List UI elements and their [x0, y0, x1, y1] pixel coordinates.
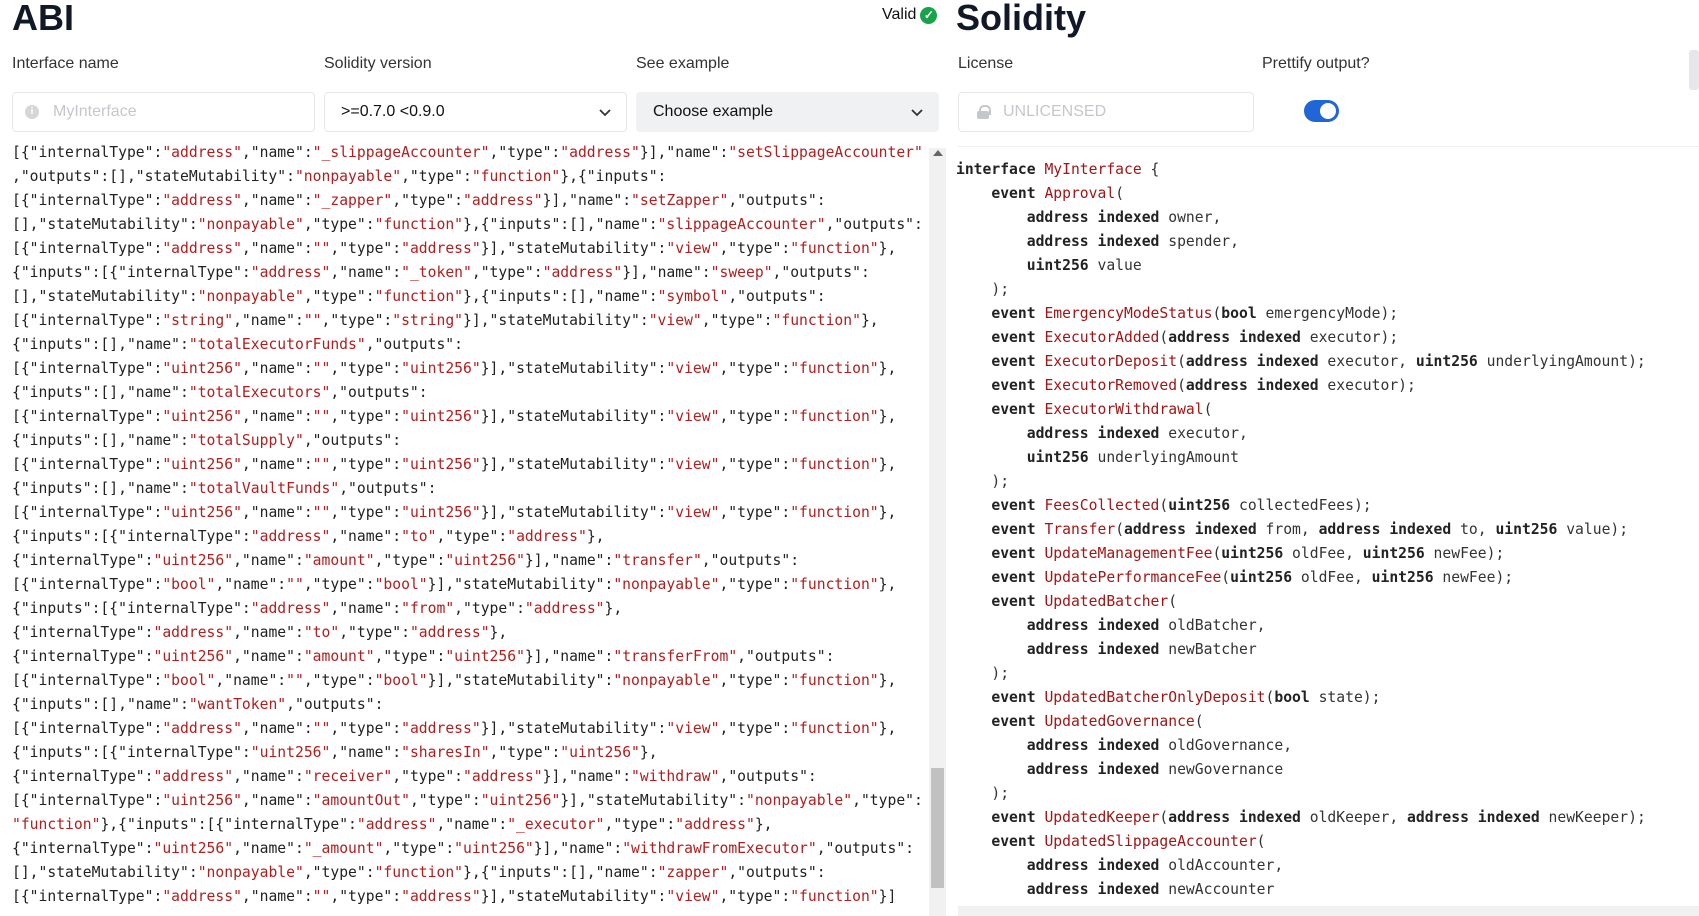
solidity-code-line: event EmergencyModeStatus(bool emergency… [991, 305, 1399, 322]
abi-code-line: [{"internalType":"bool","name":"","type"… [12, 576, 897, 593]
abi-code-line: {"inputs":[],"name":"totalExecutorFunds"… [12, 336, 463, 353]
solidity-code-line: uint256 value [1026, 257, 1142, 274]
abi-code-line: {"inputs":[{"internalType":"address","na… [12, 600, 623, 617]
solidity-code-line: uint256 underlyingAmount [1026, 449, 1239, 466]
abi-code-line: [{"internalType":"address","name":"","ty… [12, 720, 897, 737]
license-label: License [958, 55, 1014, 72]
abi-code-line: [{"internalType":"address","name":"","ty… [12, 888, 897, 905]
solidity-code-line: event UpdatedKeeper(address indexed oldK… [991, 809, 1646, 826]
solidity-code-line: address indexed newGovernance [1026, 761, 1284, 778]
solidity-code-line: address indexed owner, [1026, 209, 1222, 226]
prettify-label: Prettify output? [1262, 55, 1370, 72]
solidity-code-line: address indexed oldBatcher, [1026, 617, 1266, 634]
abi-code-line: [{"internalType":"address","name":"","ty… [12, 240, 897, 257]
abi-code-line: [{"internalType":"address","name":"_zapp… [12, 192, 826, 209]
solidity-code-line: event UpdatedGovernance( [991, 713, 1204, 730]
abi-code-line: {"inputs":[{"internalType":"uint256","na… [12, 744, 658, 761]
check-circle-icon: ✓ [920, 6, 938, 24]
abi-editor[interactable]: [{"internalType":"address","name":"_slip… [12, 141, 928, 916]
interface-name-placeholder: MyInterface [53, 103, 137, 120]
example-select[interactable]: Choose example [636, 92, 939, 132]
abi-code-line: [{"internalType":"uint256","name":"amoun… [12, 792, 923, 809]
solidity-code-line: event UpdatePerformanceFee(uint256 oldFe… [991, 569, 1514, 586]
solidity-code-line: ); [956, 281, 1010, 298]
abi-code-line: [],"stateMutability":"nonpayable","type"… [12, 216, 923, 233]
divider [958, 146, 1699, 147]
license-placeholder: UNLICENSED [1003, 103, 1107, 120]
info-icon: i [25, 105, 39, 119]
solidity-code-line: event UpdatedBatcher( [991, 593, 1178, 610]
solidity-code-line: address indexed newAccounter [1026, 881, 1275, 898]
solidity-code-line: address indexed oldGovernance, [1026, 737, 1293, 754]
solidity-code-line: event ExecutorAdded(address indexed exec… [991, 329, 1399, 346]
abi-code-line: {"internalType":"address","name":"receiv… [12, 768, 817, 785]
horizontal-scrollbar[interactable] [958, 906, 1699, 916]
solidity-code-line: address indexed spender, [1026, 233, 1239, 250]
abi-code-line: [{"internalType":"string","name":"","typ… [12, 312, 879, 329]
abi-code-line: [{"internalType":"uint256","name":"","ty… [12, 456, 897, 473]
abi-title: ABI [12, 0, 74, 38]
solidity-code-line: ); [956, 665, 1010, 682]
abi-code-line: [{"internalType":"uint256","name":"","ty… [12, 504, 897, 521]
interface-name-label: Interface name [12, 55, 119, 72]
abi-code-line: [{"internalType":"uint256","name":"","ty… [12, 408, 897, 425]
see-example-label: See example [636, 55, 730, 72]
abi-code-line: [{"internalType":"address","name":"_slip… [12, 144, 923, 161]
abi-code-line: "function"},{"inputs":[{"internalType":"… [12, 816, 773, 833]
solidity-code-line: event ExecutorDeposit(address indexed ex… [991, 353, 1646, 370]
abi-code-line: {"internalType":"address","name":"to","t… [12, 624, 508, 641]
abi-code-line: [{"internalType":"bool","name":"","type"… [12, 672, 897, 689]
abi-code-line: [],"stateMutability":"nonpayable","type"… [12, 864, 826, 881]
abi-code-line: {"inputs":[],"name":"totalSupply","outpu… [12, 432, 402, 449]
prettify-toggle[interactable] [1304, 100, 1339, 122]
solidity-code-line: event UpdatedSlippageAccounter( [991, 833, 1266, 850]
solidity-code-line: interface MyInterface { [956, 161, 1160, 178]
chevron-down-icon [599, 109, 611, 117]
solidity-code-line: address indexed executor, [1026, 425, 1248, 442]
abi-code-line: {"internalType":"uint256","name":"_amoun… [12, 840, 915, 857]
abi-code-line: {"inputs":[],"name":"wantToken","outputs… [12, 696, 384, 713]
solidity-code-line: ); [956, 785, 1010, 802]
valid-status: Valid ✓ [882, 6, 938, 24]
abi-code-line: {"internalType":"uint256","name":"amount… [12, 648, 835, 665]
example-value: Choose example [653, 103, 774, 120]
abi-code-line: {"inputs":[],"name":"totalVaultFunds","o… [12, 480, 437, 497]
solidity-code-line: event Approval( [991, 185, 1125, 202]
abi-code-line: {"inputs":[{"internalType":"address","na… [12, 264, 870, 281]
solidity-version-select[interactable]: >=0.7.0 <0.9.0 [324, 92, 627, 132]
abi-code-line: ,"outputs":[],"stateMutability":"nonpaya… [12, 168, 667, 185]
solidity-code-line: address indexed oldAccounter, [1026, 857, 1284, 874]
abi-code-line: {"inputs":[],"name":"totalExecutors","ou… [12, 384, 428, 401]
abi-code-line: [{"internalType":"uint256","name":"","ty… [12, 360, 897, 377]
solidity-code-line: address indexed newBatcher [1026, 641, 1257, 658]
abi-code-line: {"internalType":"uint256","name":"amount… [12, 552, 800, 569]
solidity-title: Solidity [956, 0, 1087, 38]
solidity-version-value: >=0.7.0 <0.9.0 [341, 103, 445, 120]
solidity-code-line: event UpdateManagementFee(uint256 oldFee… [991, 545, 1505, 562]
right-edge-scrollbar[interactable] [1689, 50, 1699, 90]
solidity-code-line: event FeesCollected(uint256 collectedFee… [991, 497, 1372, 514]
abi-code-line: {"inputs":[{"internalType":"address","na… [12, 528, 605, 545]
interface-name-input[interactable]: i MyInterface [12, 92, 315, 132]
license-input[interactable]: UNLICENSED [958, 92, 1254, 132]
chevron-down-icon [911, 109, 923, 117]
solidity-code-line: event ExecutorRemoved(address indexed ex… [991, 377, 1416, 394]
solidity-version-label: Solidity version [324, 55, 432, 72]
valid-text: Valid [882, 6, 917, 23]
solidity-code-line: event UpdatedBatcherOnlyDeposit(bool sta… [991, 689, 1381, 706]
scroll-up-arrow-icon[interactable] [933, 150, 943, 156]
solidity-code-line: ); [956, 473, 1010, 490]
solidity-code-line: event Transfer(address indexed from, add… [991, 521, 1629, 538]
lock-icon [977, 105, 991, 119]
abi-code-line: [],"stateMutability":"nonpayable","type"… [12, 288, 826, 305]
solidity-output: interface MyInterface { event Approval( … [956, 158, 1696, 916]
solidity-code-line: event ExecutorWithdrawal( [991, 401, 1213, 418]
abi-scrollbar-thumb[interactable] [931, 768, 944, 888]
